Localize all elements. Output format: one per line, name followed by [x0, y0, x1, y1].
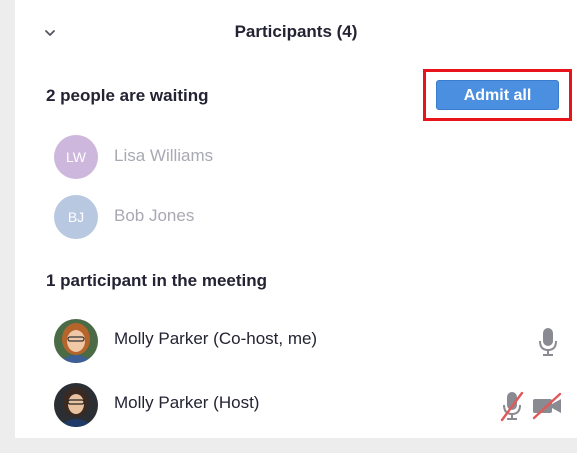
- waiting-row-lisa-williams[interactable]: LW Lisa Williams: [15, 131, 577, 183]
- profile-photo: [54, 319, 98, 363]
- admit-all-button[interactable]: Admit all: [436, 80, 559, 110]
- avatar: [54, 383, 98, 427]
- microphone-muted-icon[interactable]: [500, 390, 524, 422]
- avatar: LW: [54, 135, 98, 179]
- panel-title: Participants (4): [234, 22, 358, 41]
- waiting-heading: 2 people are waiting: [46, 86, 209, 105]
- waiting-row-bob-jones[interactable]: BJ Bob Jones: [15, 191, 577, 243]
- panel-header: Participants (4): [15, 0, 577, 66]
- admit-all-highlight: Admit all: [423, 69, 572, 121]
- video-off-icon[interactable]: [530, 392, 564, 420]
- participant-name: Molly Parker (Host): [114, 393, 260, 412]
- avatar: BJ: [54, 195, 98, 239]
- participant-name: Molly Parker (Co-host, me): [114, 329, 318, 348]
- microphone-icon[interactable]: [537, 326, 559, 358]
- participant-name: Lisa Williams: [114, 146, 214, 165]
- avatar: [54, 319, 98, 363]
- participant-row-cohost[interactable]: Molly Parker (Co-host, me): [15, 314, 577, 366]
- participants-panel: Participants (4) 2 people are waiting Ad…: [15, 0, 577, 438]
- profile-photo: [54, 383, 98, 427]
- participant-row-host[interactable]: Molly Parker (Host): [15, 378, 577, 430]
- meeting-heading: 1 participant in the meeting: [46, 271, 268, 290]
- participant-name: Bob Jones: [114, 206, 195, 225]
